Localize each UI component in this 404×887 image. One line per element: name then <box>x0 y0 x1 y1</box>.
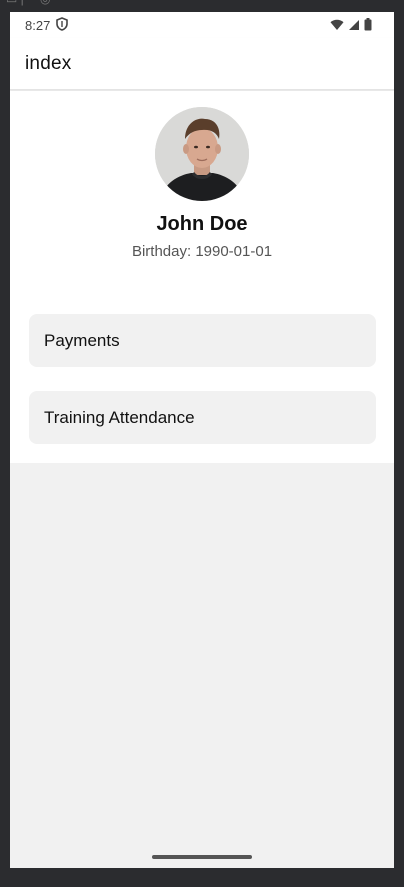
status-time: 8:27 <box>25 18 51 33</box>
phone-screen: 8:27 index John Doe Birthday: 1990-01-01… <box>10 12 394 868</box>
page-title: index <box>25 53 72 74</box>
app-bar: index <box>10 38 394 90</box>
profile-content: John Doe Birthday: 1990-01-01 Payments T… <box>10 91 394 463</box>
payments-button[interactable]: Payments <box>29 314 376 367</box>
device-frame-top: ▭ | ◎ <box>0 0 404 12</box>
training-attendance-button[interactable]: Training Attendance <box>29 391 376 444</box>
status-bar: 8:27 <box>10 12 394 38</box>
avatar <box>155 107 249 201</box>
profile-birthday: Birthday: 1990-01-01 <box>131 243 273 260</box>
status-icons <box>330 18 372 36</box>
cropped-frame-icon: ◎ <box>40 0 50 6</box>
wifi-icon <box>330 18 344 36</box>
profile-name: John Doe <box>156 213 248 235</box>
cropped-frame-glyph: ▭ | <box>6 0 24 6</box>
training-attendance-label: Training Attendance <box>44 407 195 427</box>
cell-signal-icon <box>348 18 360 36</box>
payments-label: Payments <box>44 330 120 350</box>
device-frame-bottom <box>0 868 404 887</box>
battery-icon <box>364 18 372 36</box>
home-indicator[interactable] <box>152 855 252 859</box>
shield-icon <box>56 17 68 36</box>
